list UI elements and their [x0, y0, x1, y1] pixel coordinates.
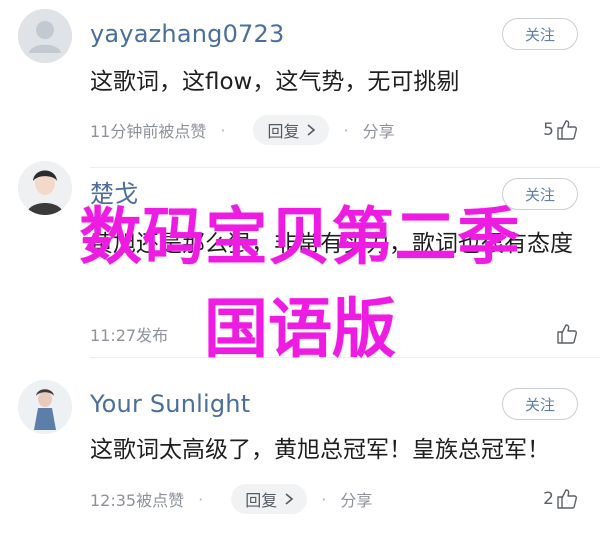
- share-button[interactable]: 分享: [363, 118, 395, 142]
- follow-button[interactable]: 关注: [502, 18, 578, 50]
- follow-button[interactable]: 关注: [502, 388, 578, 420]
- username[interactable]: Your Sunlight: [90, 390, 250, 418]
- avatar-photo-icon: [18, 380, 72, 434]
- timestamp: 12:35被点赞: [90, 491, 185, 510]
- like-button[interactable]: 5: [543, 119, 578, 141]
- overlay-subtitle: 国语版: [204, 293, 396, 367]
- share-button[interactable]: 分享: [340, 487, 372, 511]
- comment-meta: 12:35被点赞 · 回复 · 分享 2: [90, 484, 578, 514]
- avatar[interactable]: [18, 9, 72, 63]
- like-button[interactable]: 2: [543, 488, 578, 510]
- thumbs-up-icon: [557, 120, 578, 140]
- overlay-title: 数码宝贝第二季: [79, 200, 521, 273]
- reply-button[interactable]: 回复: [231, 484, 308, 514]
- like-count: 5: [543, 120, 554, 140]
- comment-meta: 11分钟前被点赞 · 回复 · 分享 5: [90, 115, 578, 145]
- separator-dot: ·: [198, 489, 204, 509]
- like-count: 2: [543, 489, 554, 509]
- separator-dot: ·: [321, 489, 327, 509]
- chevron-right-icon: [285, 493, 294, 505]
- reply-button[interactable]: 回复: [253, 115, 330, 145]
- separator-dot: ·: [343, 120, 349, 140]
- comment-item-1: yayazhang0723 关注 这歌词，这flow，这气势，无可挑剔 11分钟…: [0, 0, 600, 168]
- separator-dot: ·: [220, 120, 226, 140]
- username[interactable]: yayazhang0723: [90, 20, 284, 48]
- comment-text: 这歌词，这flow，这气势，无可挑剔: [90, 69, 460, 95]
- comment-item-3: Your Sunlight 关注 这歌词太高级了，黄旭总冠军！皇族总冠军！ 12…: [0, 358, 600, 534]
- thumbs-up-icon: [557, 489, 578, 509]
- avatar-placeholder-icon: [18, 9, 72, 63]
- comment-text: 这歌词太高级了，黄旭总冠军！皇族总冠军！: [90, 437, 550, 463]
- timestamp: 11分钟前被点赞: [90, 122, 207, 141]
- reply-label: 回复: [267, 122, 300, 141]
- avatar[interactable]: [18, 380, 72, 434]
- reply-label: 回复: [245, 491, 278, 510]
- chevron-right-icon: [307, 124, 316, 136]
